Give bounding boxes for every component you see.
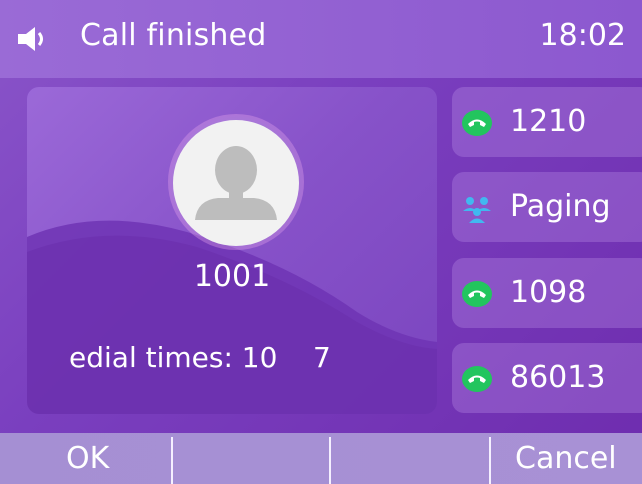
redial-times-label: edial times: 10 7 — [69, 341, 331, 374]
line-key-1210[interactable]: 1210 — [452, 87, 642, 157]
caller-number: 1001 — [193, 259, 271, 294]
handset-green-icon — [460, 280, 494, 308]
softkey-empty-3[interactable] — [331, 433, 489, 484]
paging-group-icon — [460, 194, 494, 223]
line-key-1098[interactable]: 1098 — [452, 258, 642, 328]
cancel-softkey[interactable]: Cancel — [515, 433, 617, 484]
contact-avatar-icon — [173, 120, 299, 246]
softkey-empty-2[interactable] — [173, 433, 329, 484]
line-key-86013[interactable]: 86013 — [452, 343, 642, 413]
line-key-label: 1098 — [510, 275, 587, 310]
status-time: 18:02 — [539, 18, 626, 53]
speaker-icon — [16, 24, 50, 54]
softkey-bar: OK Cancel — [0, 433, 642, 484]
call-info-card: 1001 edial times: 10 7 — [27, 87, 437, 414]
status-title: Call finished — [80, 18, 267, 53]
ok-softkey[interactable]: OK — [66, 433, 109, 484]
softkey-divider — [489, 437, 491, 484]
line-key-label: Paging — [510, 189, 611, 224]
handset-green-icon — [460, 365, 494, 393]
line-key-label: 1210 — [510, 104, 587, 139]
line-key-label: 86013 — [510, 360, 606, 395]
line-key-paging[interactable]: Paging — [452, 172, 642, 242]
handset-green-icon — [460, 109, 494, 137]
status-bar: Call finished 18:02 — [0, 0, 642, 78]
